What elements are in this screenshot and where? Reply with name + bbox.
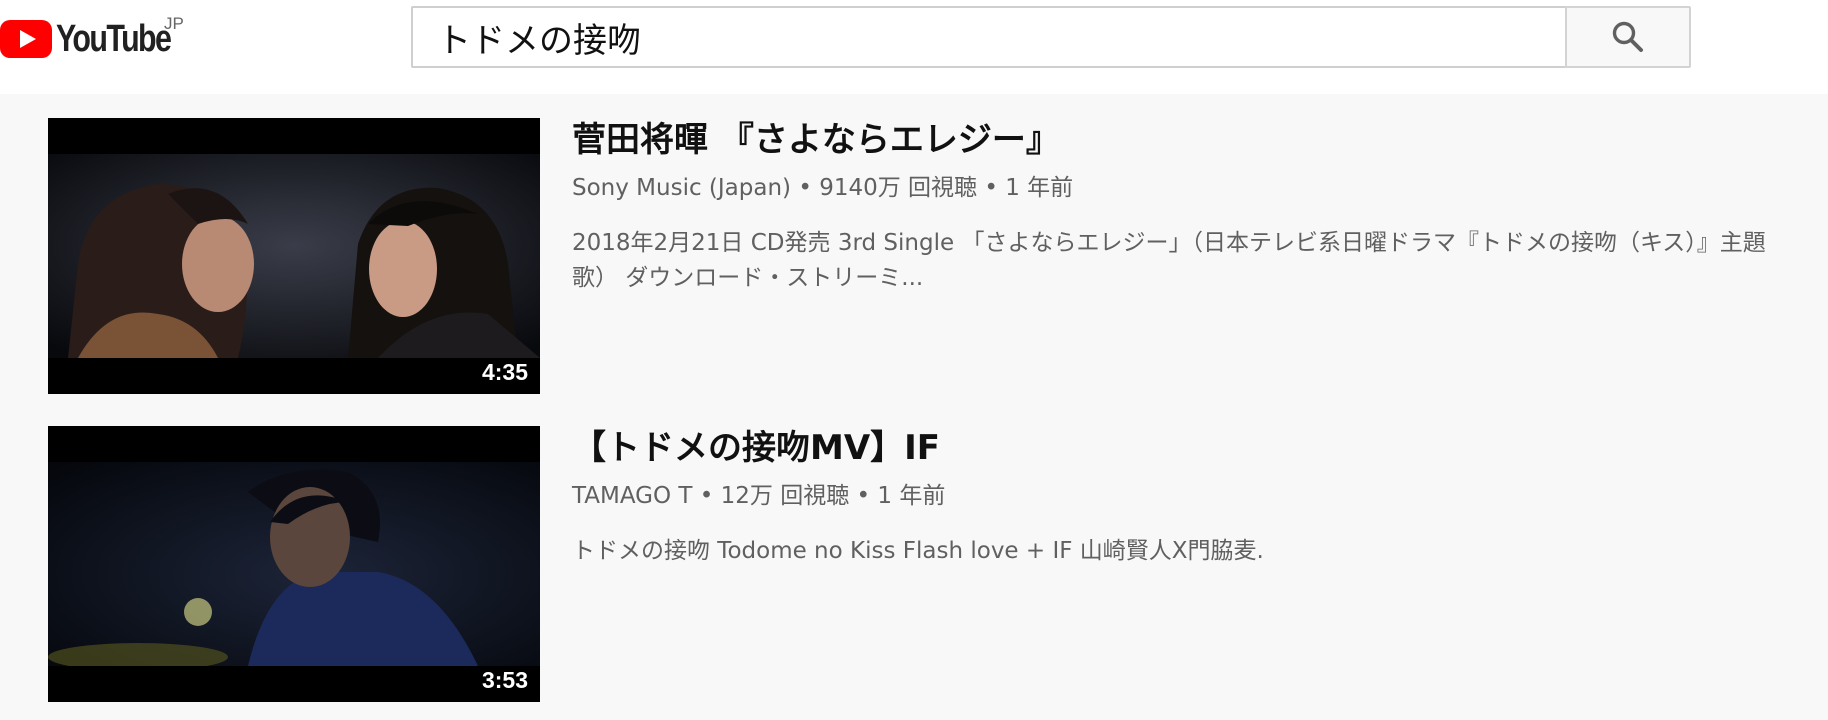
video-byline: Sony Music (Japan) • 9140万 回視聴 • 1 年前 [572,175,1074,201]
thumbnail-image [48,154,540,358]
search-icon [1612,21,1644,52]
video-title[interactable]: 【トドメの接吻MV】IF [572,426,1802,470]
search-input[interactable] [411,6,1566,68]
video-description: 2018年2月21日 CD発売 3rd Single 「さよならエレジー」（日本… [572,230,1766,291]
region-code: JP [164,14,184,33]
video-result[interactable]: 4:35 菅田将暉 『さよならエレジー』 Sony Music (Japan) … [48,118,1808,396]
video-thumbnail[interactable]: 4:35 [48,118,540,394]
video-thumbnail[interactable]: 3:53 [48,426,540,702]
video-result[interactable]: 3:53 【トドメの接吻MV】IF TAMAGO T • 12万 回視聴 • 1… [48,426,1808,704]
video-byline: TAMAGO T • 12万 回視聴 • 1 年前 [572,483,946,509]
search-bar [411,6,1691,68]
video-meta: 菅田将暉 『さよならエレジー』 Sony Music (Japan) • 914… [572,118,1802,296]
video-description: トドメの接吻 Todome no Kiss Flash love + IF 山崎… [572,538,1264,564]
video-duration: 4:35 [481,359,528,385]
logo-wordmark: YouTube [56,17,172,60]
video-title[interactable]: 菅田将暉 『さよならエレジー』 [572,118,1802,162]
search-results: 4:35 菅田将暉 『さよならエレジー』 Sony Music (Japan) … [0,94,1828,720]
search-button[interactable] [1565,6,1691,68]
thumbnail-image [48,462,540,666]
play-logo-icon [0,20,52,58]
video-meta: 【トドメの接吻MV】IF TAMAGO T • 12万 回視聴 • 1 年前 ト… [572,426,1802,569]
video-duration: 3:53 [481,667,528,693]
top-bar: YouTube JP [0,0,1828,94]
